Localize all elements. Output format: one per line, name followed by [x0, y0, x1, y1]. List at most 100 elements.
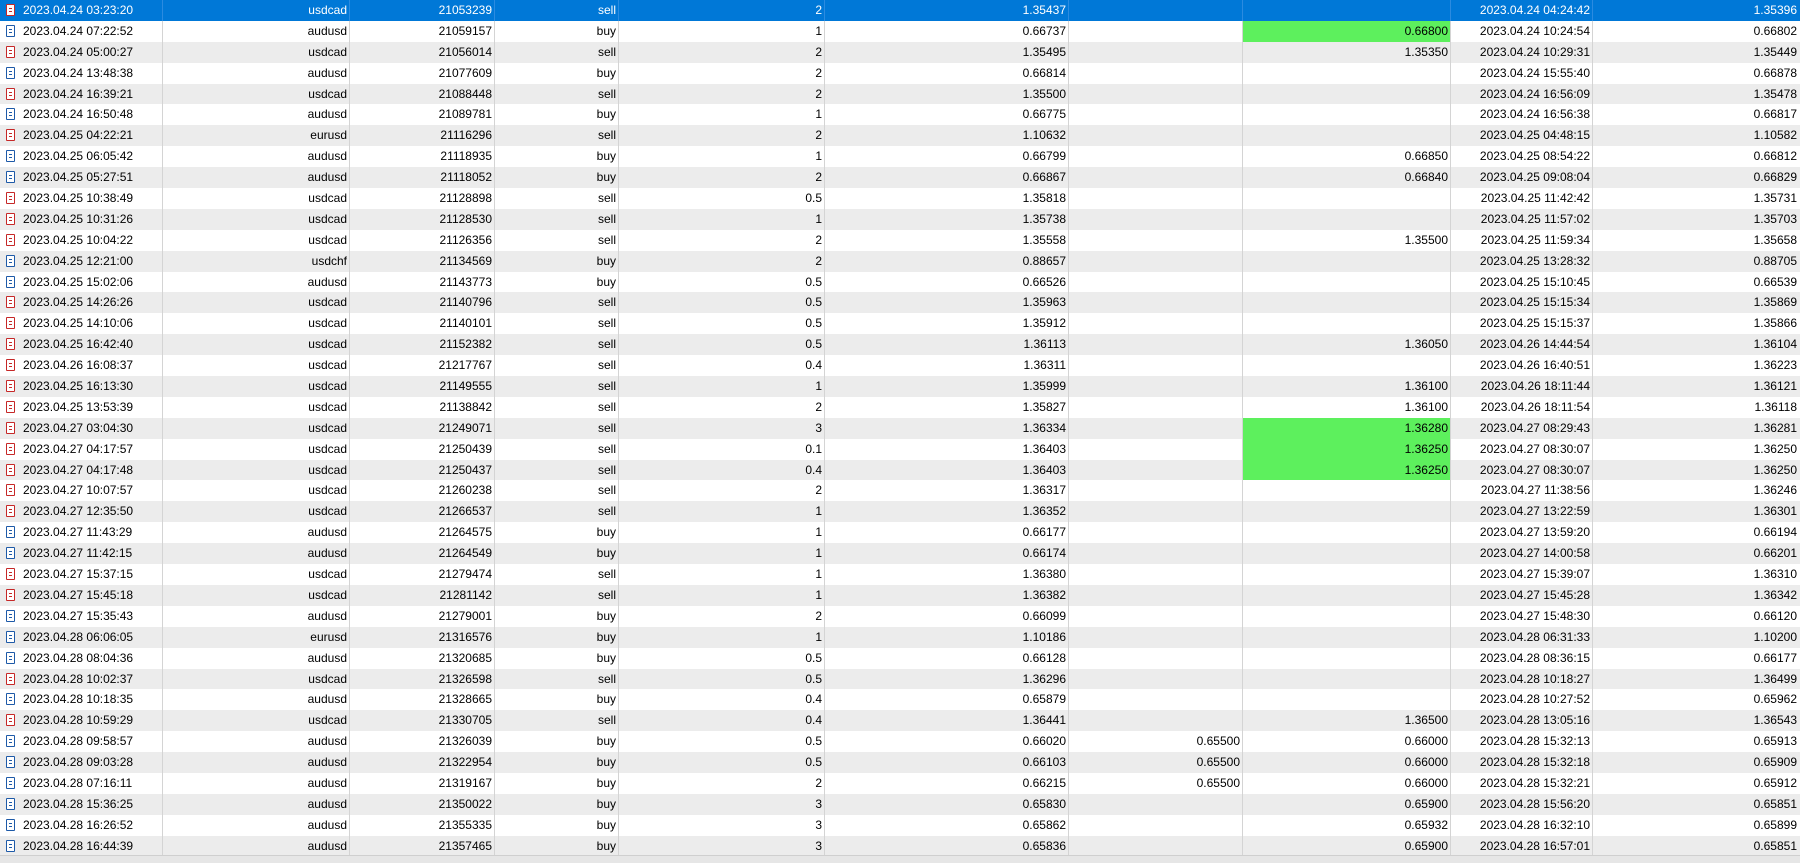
symbol-cell: eurusd: [163, 125, 350, 147]
volume-cell-text: 0.5: [805, 671, 822, 686]
table-row[interactable]: 2023.04.24 16:39:21 usdcad 21088448 sell 2 1.…: [0, 83, 1800, 105]
open-price-cell: 1.36403: [825, 459, 1069, 481]
open-price-cell: 0.66177: [825, 522, 1069, 544]
close-time-cell: 2023.04.27 08:30:07: [1451, 459, 1593, 481]
table-row[interactable]: 2023.04.27 10:07:57 usdcad 21260238 sell 2 1.…: [0, 480, 1800, 502]
table-row[interactable]: 2023.04.27 12:35:50 usdcad 21266537 sell 1 1.…: [0, 501, 1800, 523]
table-row[interactable]: 2023.04.25 10:38:49 usdcad 21128898 sell 0.5…: [0, 188, 1800, 209]
open-price-cell-text: 1.35818: [1022, 191, 1066, 206]
table-row[interactable]: 2023.04.25 14:10:06 usdcad 21140101 sell 0.5…: [0, 313, 1800, 335]
table-row[interactable]: 2023.04.25 12:21:00 usdchf 21134569 buy 2 0.8…: [0, 250, 1800, 272]
close-price-cell: 1.36301: [1593, 501, 1800, 522]
ticket-cell: 21316576: [350, 626, 495, 648]
table-row[interactable]: 2023.04.28 10:18:35 audusd 21328665 buy 0.4 0…: [0, 689, 1800, 711]
table-row[interactable]: 2023.04.27 03:04:30 usdcad 21249071 sell 3 1.…: [0, 417, 1800, 439]
close-time-cell-text: 2023.04.25 04:48:15: [1479, 128, 1590, 143]
close-price-cell: 1.35703: [1593, 209, 1800, 230]
close-time-cell: 2023.04.24 16:56:09: [1451, 83, 1593, 105]
table-row[interactable]: 2023.04.25 16:13:30 usdcad 21149555 sell 1 1.…: [0, 376, 1800, 397]
type-cell-text: sell: [597, 567, 616, 582]
table-row[interactable]: 2023.04.28 06:06:05 eurusd 21316576 buy 1 1.1…: [0, 626, 1800, 648]
table-row[interactable]: 2023.04.28 16:26:52 audusd 21355335 buy 3 0.6…: [0, 814, 1800, 836]
open-price-cell: 1.35999: [825, 376, 1069, 397]
table-row[interactable]: 2023.04.27 11:42:15 audusd 21264549 buy 1 0.6…: [0, 543, 1800, 565]
take-profit-cell-text: 0.66800: [1404, 23, 1448, 38]
open-price-cell-text: 0.66177: [1022, 525, 1066, 540]
table-row[interactable]: 2023.04.24 05:00:27 usdcad 21056014 sell 2 1.…: [0, 41, 1800, 63]
open-time-cell-text: 2023.04.25 05:27:51: [23, 170, 134, 185]
type-cell: sell: [495, 83, 619, 105]
close-time-cell: 2023.04.26 18:11:44: [1451, 376, 1593, 397]
table-row[interactable]: 2023.04.28 10:02:37 usdcad 21326598 sell 0.5…: [0, 668, 1800, 690]
close-price-cell-text: 1.36499: [1753, 671, 1797, 686]
volume-cell-text: 3: [815, 420, 822, 435]
table-row[interactable]: 2023.04.24 13:48:38 audusd 21077609 buy 2 0.6…: [0, 62, 1800, 84]
table-row[interactable]: 2023.04.25 16:42:40 usdcad 21152382 sell 0.5…: [0, 334, 1800, 356]
table-row[interactable]: 2023.04.28 09:03:28 audusd 21322954 buy 0.5 0…: [0, 752, 1800, 773]
volume-cell: 0.5: [619, 752, 825, 773]
symbol-cell-text: audusd: [307, 775, 347, 790]
symbol-cell-text: eurusd: [310, 128, 347, 143]
table-row[interactable]: 2023.04.27 15:37:15 usdcad 21279474 sell 1 1.…: [0, 564, 1800, 585]
type-cell-text: sell: [597, 191, 616, 206]
take-profit-cell: 1.36100: [1243, 376, 1451, 397]
open-time-cell-text: 2023.04.28 10:18:35: [23, 692, 134, 707]
table-row[interactable]: 2023.04.25 04:22:21 eurusd 21116296 sell 2 1.…: [0, 125, 1800, 147]
volume-cell-text: 0.5: [805, 734, 822, 749]
volume-cell-text: 0.5: [805, 755, 822, 770]
ticket-cell-text: 21249071: [438, 420, 492, 435]
take-profit-cell: 1.36280: [1243, 417, 1451, 439]
ticket-cell-text: 21118935: [440, 149, 492, 164]
table-row[interactable]: 2023.04.28 09:58:57 audusd 21326039 buy 0.5 0…: [0, 731, 1800, 753]
table-row[interactable]: 2023.04.25 13:53:39 usdcad 21138842 sell 2 1.…: [0, 396, 1800, 418]
open-price-cell-text: 1.36380: [1022, 567, 1066, 582]
table-row[interactable]: 2023.04.28 16:44:39 audusd 21357465 buy 3 0.6…: [0, 835, 1800, 857]
table-row[interactable]: 2023.04.25 10:04:22 usdcad 21126356 sell 2 1.…: [0, 229, 1800, 251]
take-profit-cell-text: 1.35500: [1404, 232, 1448, 247]
volume-cell-text: 2: [815, 128, 822, 143]
table-row[interactable]: 2023.04.28 15:36:25 audusd 21350022 buy 3 0.6…: [0, 793, 1800, 815]
open-price-cell-text: 1.35963: [1022, 295, 1066, 310]
table-row[interactable]: 2023.04.25 15:02:06 audusd 21143773 buy 0.5 0…: [0, 271, 1800, 293]
open-price-cell: 1.35963: [825, 292, 1069, 314]
stop-loss-cell: [1069, 814, 1243, 836]
open-price-cell: 1.36441: [825, 710, 1069, 732]
table-row[interactable]: 2023.04.25 06:05:42 audusd 21118935 buy 1 0.6…: [0, 146, 1800, 168]
open-time-cell: 2023.04.27 03:04:30: [0, 417, 163, 439]
open-price-cell-text: 0.65836: [1022, 838, 1066, 853]
ticket-cell-text: 21250439: [438, 441, 492, 456]
table-row[interactable]: 2023.04.25 14:26:26 usdcad 21140796 sell 0.5…: [0, 292, 1800, 314]
close-time-cell: 2023.04.27 15:39:07: [1451, 564, 1593, 585]
table-row[interactable]: 2023.04.25 05:27:51 audusd 21118052 buy 2 0.6…: [0, 167, 1800, 189]
close-price-cell-text: 1.10200: [1753, 629, 1797, 644]
take-profit-cell-text: 0.66000: [1404, 755, 1448, 770]
volume-cell: 2: [619, 772, 825, 794]
table-row[interactable]: 2023.04.25 10:31:26 usdcad 21128530 sell 1 1.…: [0, 208, 1800, 230]
close-time-cell: 2023.04.28 15:56:20: [1451, 793, 1593, 815]
table-row[interactable]: 2023.04.27 15:35:43 audusd 21279001 buy 2 0.6…: [0, 605, 1800, 627]
open-price-cell: 1.35818: [825, 188, 1069, 209]
symbol-cell-text: audusd: [307, 23, 347, 38]
table-row[interactable]: 2023.04.27 04:17:57 usdcad 21250439 sell 0.1…: [0, 438, 1800, 460]
take-profit-cell: [1243, 543, 1451, 565]
table-row[interactable]: 2023.04.24 07:22:52 audusd 21059157 buy 1 0.6…: [0, 20, 1800, 42]
table-row[interactable]: 2023.04.26 16:08:37 usdcad 21217767 sell 0.4…: [0, 355, 1800, 377]
volume-cell-text: 1: [815, 23, 822, 38]
volume-cell: 2: [619, 229, 825, 251]
take-profit-cell: 1.36100: [1243, 396, 1451, 418]
ticket-cell-text: 21143773: [439, 274, 493, 289]
type-cell-text: buy: [596, 149, 616, 164]
open-price-cell: 1.36317: [825, 480, 1069, 502]
ticket-cell: 21319167: [350, 772, 495, 794]
table-row[interactable]: 2023.04.28 10:59:29 usdcad 21330705 sell 0.4…: [0, 710, 1800, 732]
volume-cell: 0.5: [619, 292, 825, 314]
table-row[interactable]: 2023.04.28 08:04:36 audusd 21320685 buy 0.5 0…: [0, 647, 1800, 669]
table-row[interactable]: 2023.04.24 03:23:20 usdcad 21053239 sell 2 1.…: [0, 0, 1800, 21]
table-row[interactable]: 2023.04.27 15:45:18 usdcad 21281142 sell 1 1.…: [0, 584, 1800, 606]
open-price-cell: 0.66215: [825, 772, 1069, 794]
table-row[interactable]: 2023.04.28 07:16:11 audusd 21319167 buy 2 0.6…: [0, 772, 1800, 794]
table-row[interactable]: 2023.04.27 04:17:48 usdcad 21250437 sell 0.4…: [0, 459, 1800, 481]
table-row[interactable]: 2023.04.27 11:43:29 audusd 21264575 buy 1 0.6…: [0, 522, 1800, 544]
open-price-cell-text: 0.65862: [1022, 817, 1066, 832]
table-row[interactable]: 2023.04.24 16:50:48 audusd 21089781 buy 1 0.6…: [0, 104, 1800, 126]
